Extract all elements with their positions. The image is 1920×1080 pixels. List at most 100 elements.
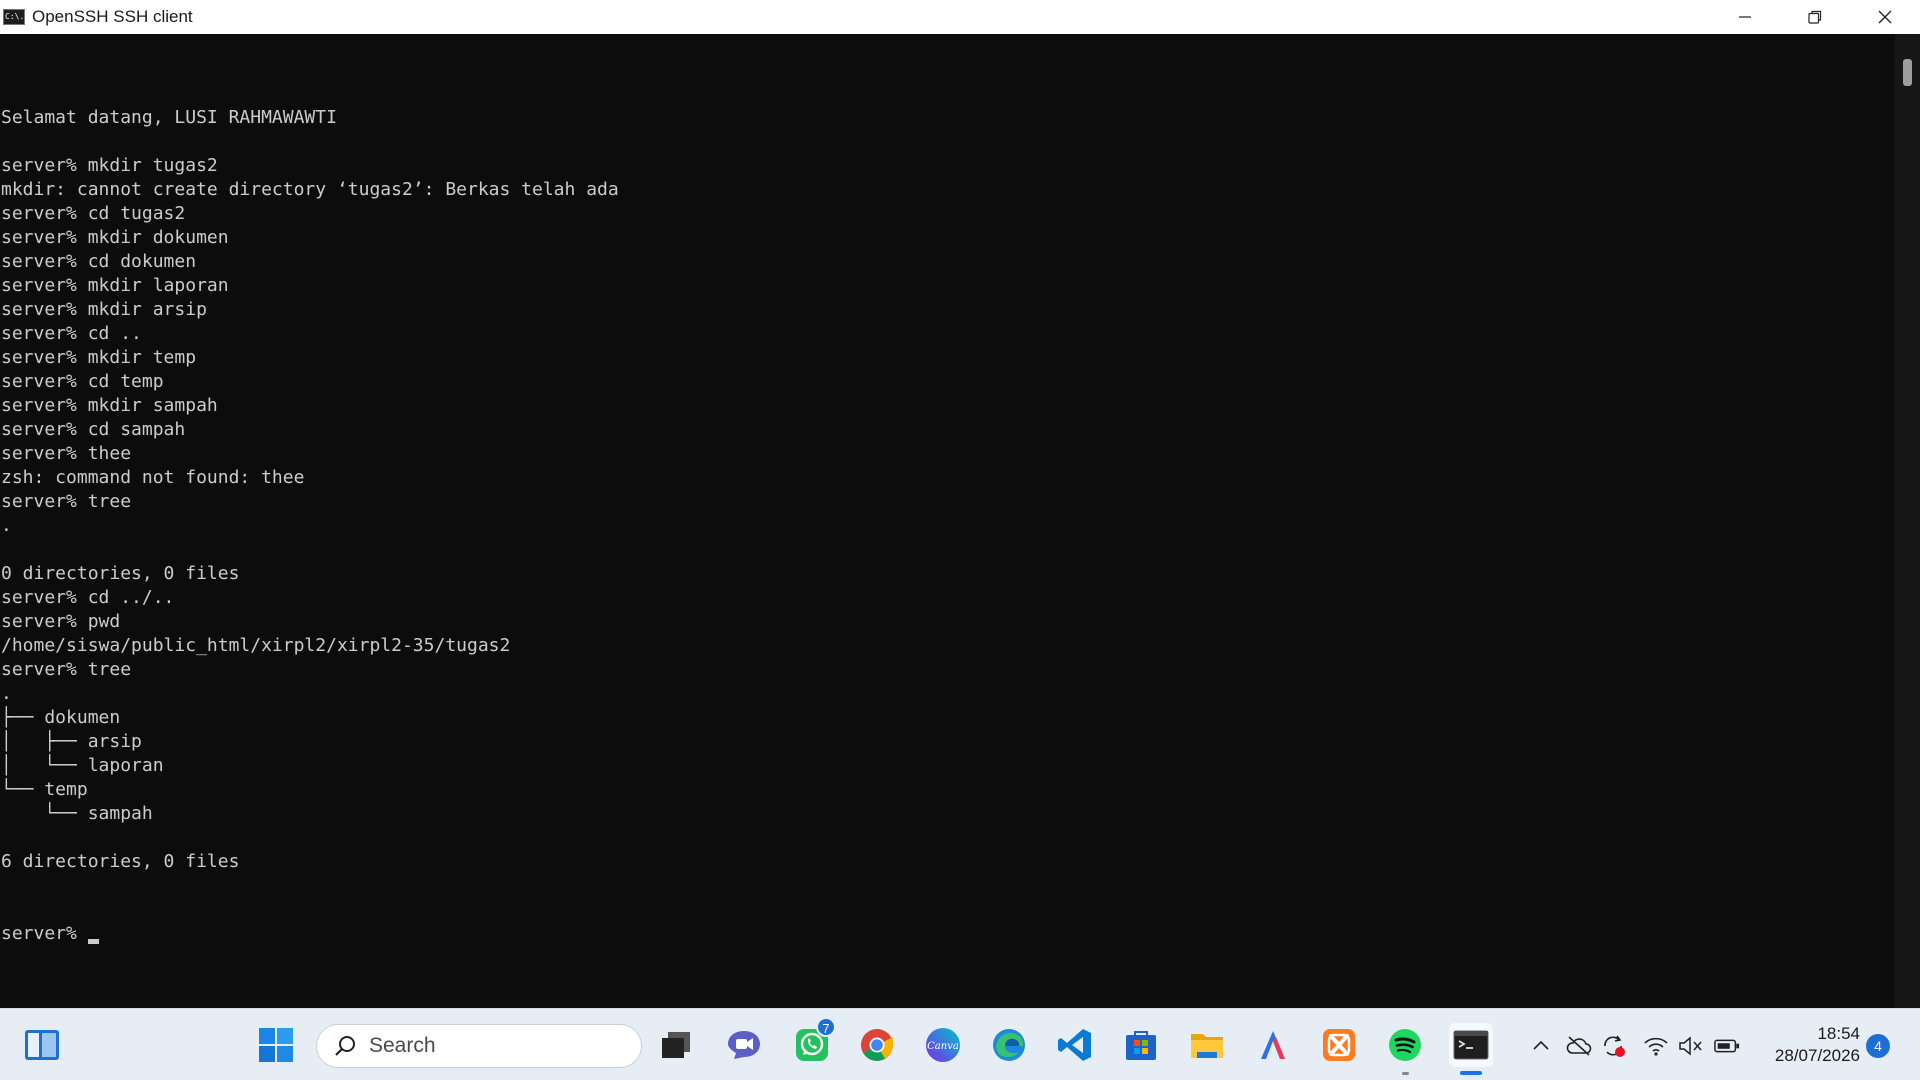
terminal-app-icon: C:\. (3, 9, 25, 25)
close-button[interactable] (1850, 0, 1920, 34)
clock-time: 18:54 (1817, 1024, 1860, 1043)
terminal-line: zsh: command not found: thee (1, 467, 305, 488)
onedrive-button[interactable] (1566, 1033, 1592, 1059)
terminal-line: server% cd dokumen (1, 251, 197, 272)
sync-status-button[interactable] (1601, 1033, 1627, 1059)
taskbar-search-box[interactable]: Search (316, 1024, 642, 1068)
vscode-icon (1058, 1029, 1091, 1061)
terminal-line: server% cd .. (1, 323, 142, 344)
terminal-line: server% cd tugas2 (1, 203, 186, 224)
microsoft-store-button[interactable] (1119, 1023, 1163, 1067)
terminal-line: server% tree (1, 491, 132, 512)
battery-icon (1714, 1039, 1740, 1053)
terminal-line: server% cd temp (1, 371, 164, 392)
terminal-line: server% mkdir temp (1, 347, 197, 368)
windows-start-icon (259, 1028, 293, 1062)
terminal-line: . (1, 515, 12, 536)
minimize-button[interactable] (1710, 0, 1780, 34)
canva-icon: Canva (926, 1028, 960, 1062)
spotify-button[interactable] (1383, 1023, 1427, 1067)
prompt-text: server% (1, 923, 88, 944)
terminal-lines: Selamat datang, LUSI RAHMAWAWTI server% m… (0, 106, 1895, 874)
teams-icon (728, 1031, 760, 1059)
terminal-line: ├── dokumen (1, 707, 121, 728)
search-placeholder: Search (369, 1034, 436, 1057)
chevron-up-icon (1533, 1040, 1549, 1050)
taskbar-clock[interactable]: 18:54 28/07/2026 (1754, 1023, 1860, 1067)
spotify-icon (1389, 1029, 1421, 1061)
app-a-icon (1261, 1031, 1285, 1059)
scrollbar-thumb[interactable] (1903, 59, 1912, 86)
edge-button[interactable] (987, 1023, 1031, 1067)
close-icon (1878, 10, 1892, 24)
show-hidden-icons-button[interactable] (1528, 1033, 1554, 1059)
minimize-icon (1739, 16, 1751, 18)
file-explorer-icon (1191, 1034, 1223, 1058)
terminal-line: 0 directories, 0 files (1, 563, 240, 584)
window-title: OpenSSH SSH client (32, 7, 193, 26)
microsoft-store-icon (1126, 1031, 1156, 1060)
window-titlebar[interactable]: C:\. OpenSSH SSH client (0, 0, 1920, 34)
terminal-line: └── temp (1, 779, 88, 800)
terminal-line: │ └── laporan (1, 755, 164, 776)
search-icon (335, 1036, 355, 1056)
file-explorer-button[interactable] (1185, 1023, 1229, 1067)
notification-count-badge[interactable]: 4 (1866, 1034, 1890, 1058)
terminal-line: server% tree (1, 659, 132, 680)
network-button[interactable] (1643, 1033, 1669, 1059)
whatsapp-button[interactable]: 7 (790, 1017, 836, 1067)
terminal-active-indicator (1460, 1071, 1482, 1075)
terminal-line: └── sampah (1, 803, 153, 824)
xampp-icon (1323, 1029, 1355, 1061)
sync-alert-icon (1604, 1035, 1625, 1057)
terminal-line: server% mkdir sampah (1, 395, 218, 416)
chrome-icon (861, 1029, 893, 1061)
task-view-button[interactable] (654, 1023, 698, 1067)
restore-button[interactable] (1780, 0, 1850, 34)
terminal-taskbar-button[interactable] (1449, 1023, 1493, 1067)
terminal-line: server% thee (1, 443, 132, 464)
edge-icon (993, 1029, 1025, 1061)
task-view-icon (662, 1032, 690, 1058)
teams-button[interactable] (722, 1023, 766, 1067)
terminal-line: /home/siswa/public_html/xirpl2/xirpl2-35… (1, 635, 511, 656)
battery-button[interactable] (1714, 1033, 1740, 1059)
spotify-running-indicator (1402, 1072, 1409, 1075)
vscode-button[interactable] (1053, 1023, 1097, 1067)
start-button[interactable] (20, 1023, 64, 1067)
terminal-icon (1453, 1030, 1489, 1060)
restore-icon (1808, 10, 1822, 24)
terminal-line: . (1, 683, 12, 704)
taskbar: Search 7 Canva 18:54 28/07/2026 4 (0, 1008, 1920, 1080)
xampp-button[interactable] (1317, 1023, 1361, 1067)
terminal-line: server% mkdir dokumen (1, 227, 229, 248)
terminal-line: server% cd ../.. (1, 587, 175, 608)
terminal-prompt-line[interactable]: server% (0, 922, 1895, 946)
app-a-button[interactable] (1251, 1023, 1295, 1067)
canva-logo-text: Canva (927, 1041, 959, 1052)
terminal-line: mkdir: cannot create directory ‘tugas2’:… (1, 179, 619, 200)
terminal-output[interactable]: Selamat datang, LUSI RAHMAWAWTI server% m… (0, 34, 1895, 1008)
clock-date: 28/07/2026 (1774, 1046, 1860, 1065)
chrome-button[interactable] (855, 1023, 899, 1067)
terminal-line: server% mkdir tugas2 (1, 155, 218, 176)
terminal-line: server% cd sampah (1, 419, 186, 440)
windows-start-button[interactable] (254, 1023, 298, 1067)
terminal-line: server% mkdir arsip (1, 299, 207, 320)
terminal-line: server% mkdir laporan (1, 275, 229, 296)
volume-button[interactable] (1678, 1033, 1704, 1059)
wifi-icon (1644, 1037, 1668, 1056)
canva-button[interactable]: Canva (921, 1023, 965, 1067)
terminal-scrollbar[interactable] (1895, 34, 1920, 1008)
terminal-line: server% pwd (1, 611, 121, 632)
terminal-line: │ ├── arsip (1, 731, 142, 752)
cloud-off-icon (1566, 1036, 1592, 1056)
window-controls (1710, 0, 1920, 34)
windows-widgets-icon (25, 1030, 59, 1060)
whatsapp-badge: 7 (816, 1017, 836, 1037)
terminal-line: Selamat datang, LUSI RAHMAWAWTI (1, 107, 337, 128)
volume-muted-icon (1679, 1036, 1702, 1056)
